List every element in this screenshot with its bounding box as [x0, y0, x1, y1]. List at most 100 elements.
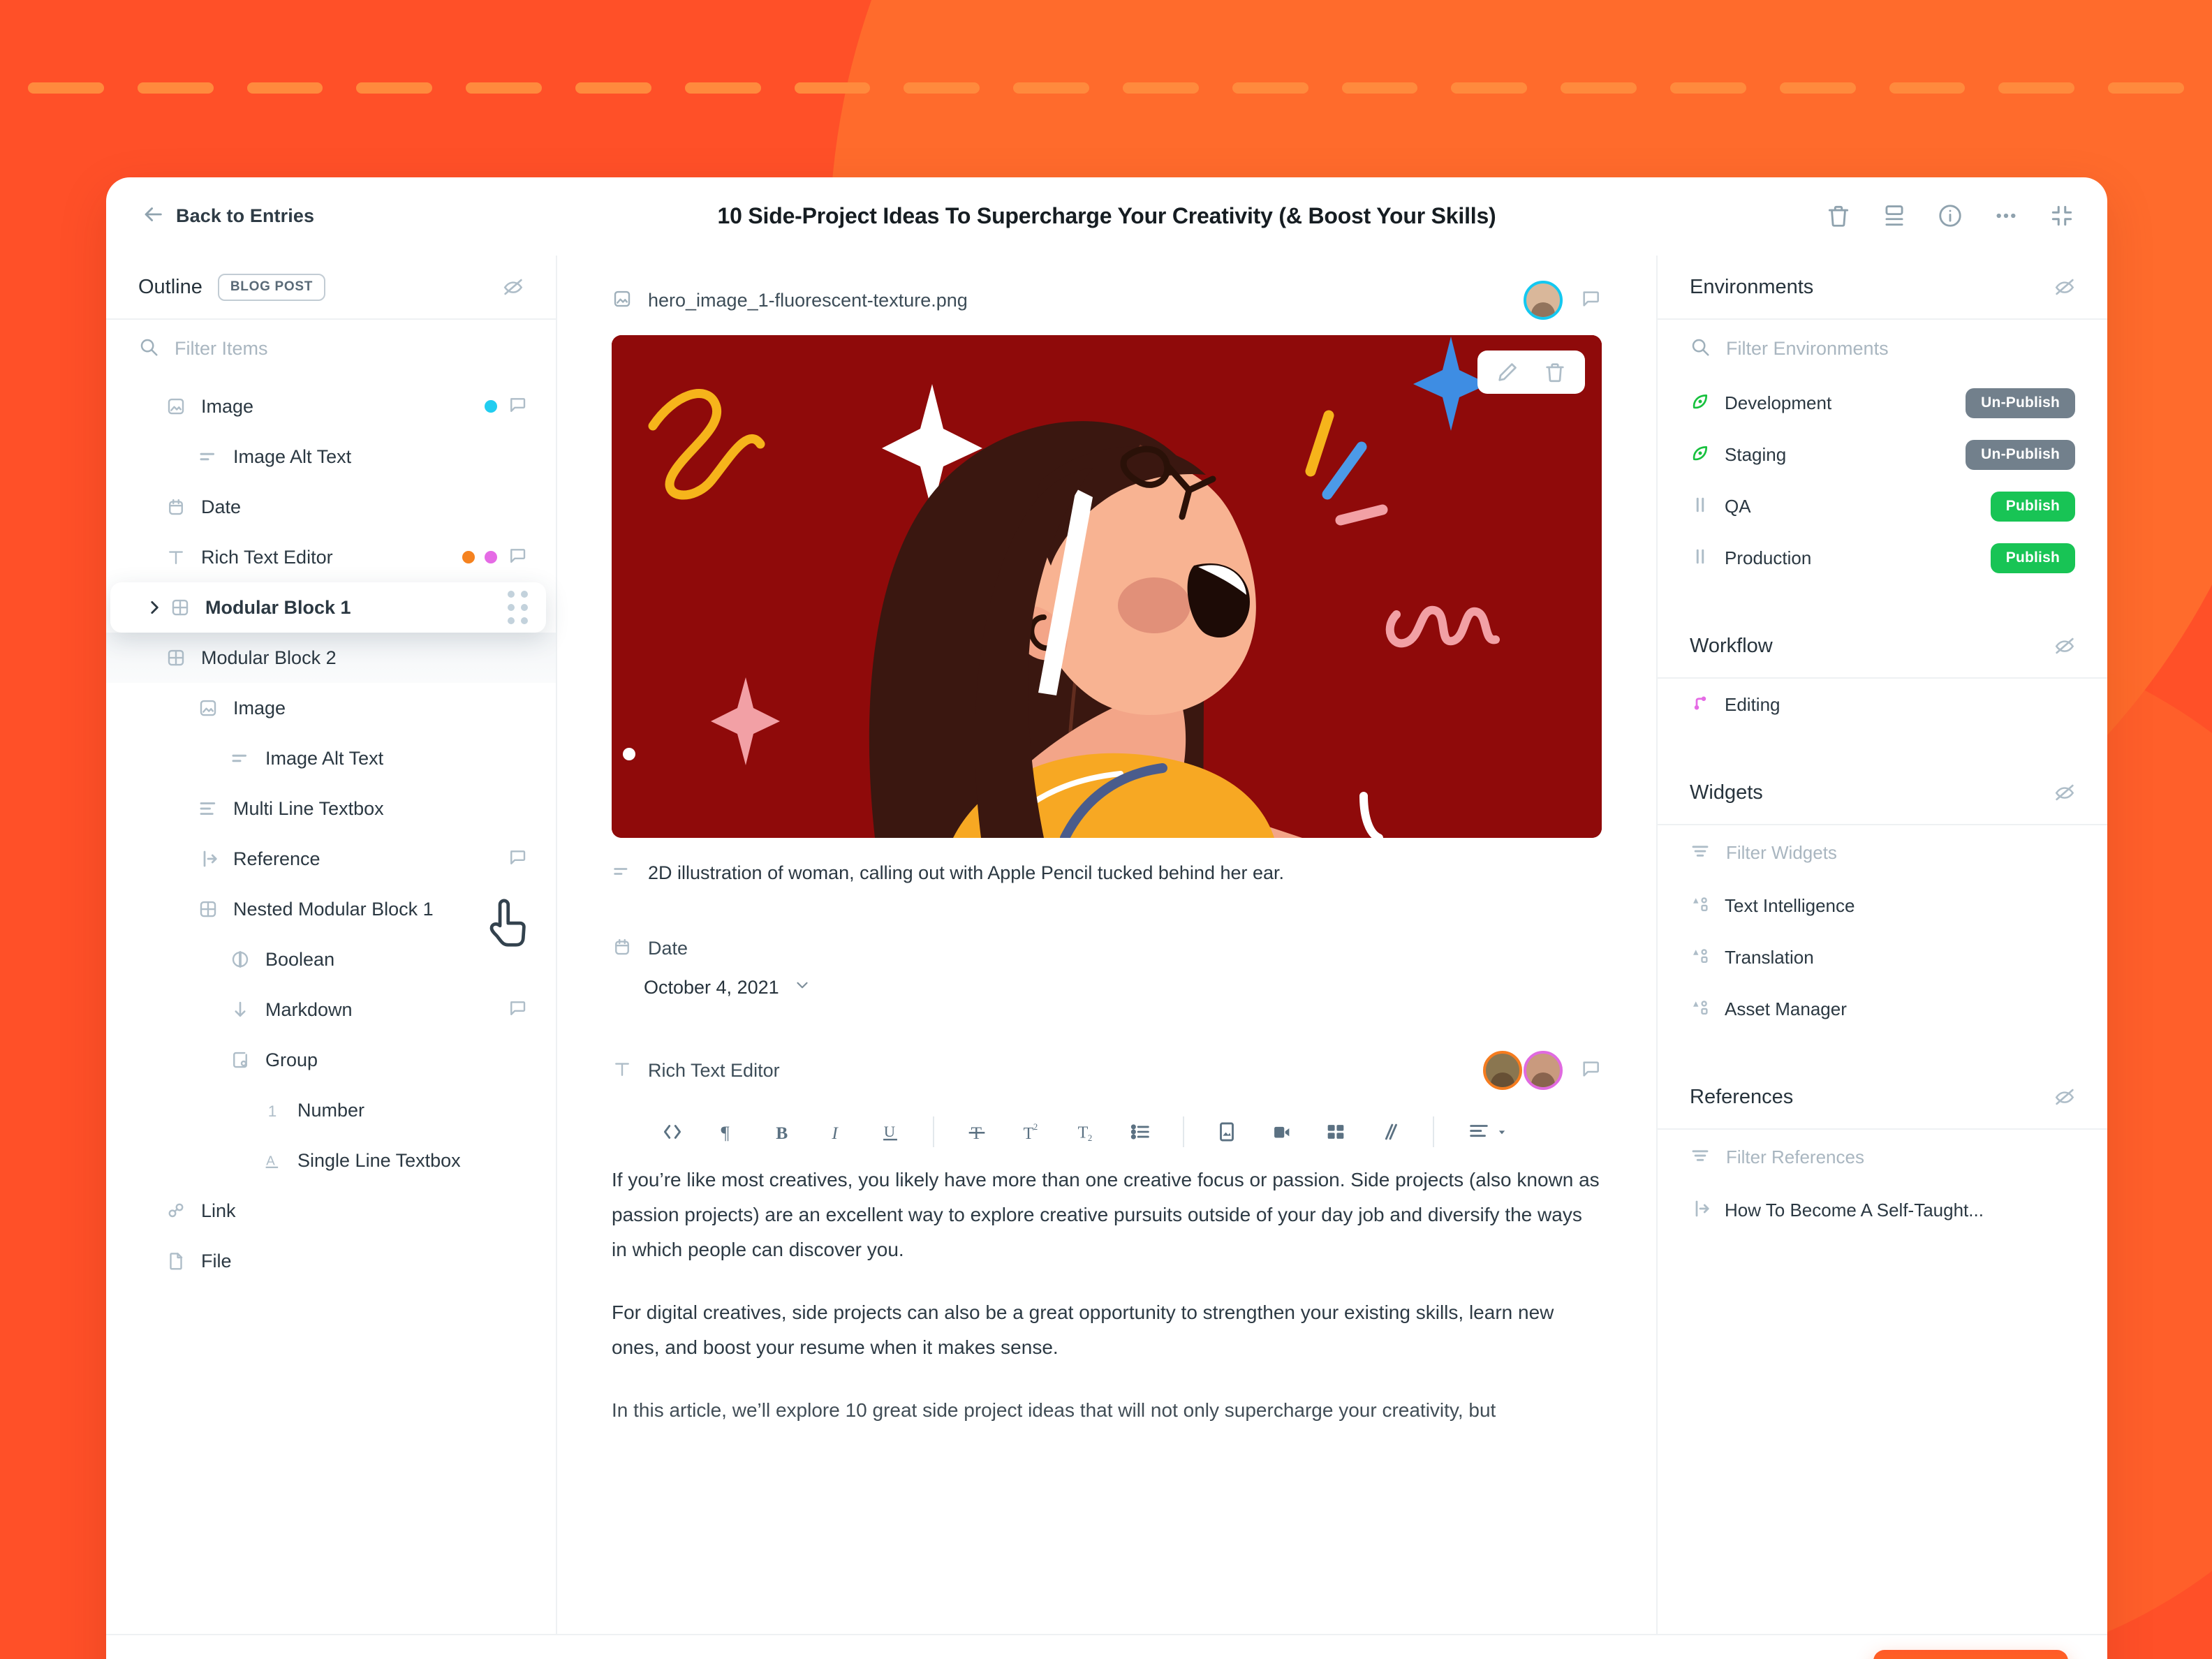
outline-item-image[interactable]: Image — [106, 683, 556, 733]
collaborator-avatar[interactable] — [1524, 1051, 1563, 1090]
paragraph-icon[interactable]: ¶ — [700, 1120, 754, 1144]
collapse-icon[interactable] — [2049, 202, 2075, 229]
outline-item-multi-line-textbox[interactable]: Multi Line Textbox — [106, 783, 556, 834]
svg-text:2: 2 — [1033, 1122, 1038, 1132]
alt-text-icon — [612, 862, 631, 885]
outline-filter[interactable]: Filter Items — [106, 320, 556, 377]
discard-button[interactable]: Discard — [1750, 1654, 1858, 1659]
environments-filter[interactable]: Filter Environments — [1658, 320, 2107, 377]
expand-caret-icon[interactable] — [142, 598, 166, 617]
environment-row-staging[interactable]: Staging Un-Publish — [1658, 429, 2107, 480]
outline-item-badges — [507, 998, 528, 1022]
outline-item-number[interactable]: 1 Number — [106, 1085, 556, 1135]
underline-icon[interactable]: U — [863, 1120, 917, 1144]
calendar-icon — [162, 496, 190, 517]
broken-link-icon[interactable] — [1363, 1120, 1417, 1144]
code-icon[interactable] — [645, 1120, 700, 1144]
svg-text:1: 1 — [268, 1103, 277, 1120]
outline-item-badges — [485, 395, 528, 419]
outline-item-image-alt-text[interactable]: Image Alt Text — [106, 733, 556, 783]
publish-button[interactable]: Publish — [1990, 491, 2075, 522]
rte-body[interactable]: If you’re like most creatives, you likel… — [612, 1163, 1602, 1428]
list-icon[interactable] — [1113, 1120, 1167, 1144]
table-icon[interactable] — [1308, 1120, 1363, 1144]
outline-item-date[interactable]: Date — [106, 482, 556, 532]
comment-icon[interactable] — [507, 847, 528, 871]
outline-item-rich-text-editor[interactable]: Rich Text Editor — [106, 532, 556, 582]
hide-widgets-icon[interactable] — [2053, 781, 2077, 804]
hide-outline-icon[interactable] — [501, 275, 525, 299]
pencil-icon[interactable] — [1496, 360, 1519, 384]
alt-text-icon — [194, 446, 222, 467]
group-icon — [226, 1049, 254, 1070]
date-field: Date October 4, 2021 — [612, 936, 1602, 999]
outline-item-modular-block-2[interactable]: Modular Block 2 — [106, 633, 556, 683]
grid-icon — [166, 597, 194, 618]
drag-handle[interactable] — [508, 591, 528, 624]
collaborator-avatar[interactable] — [1524, 281, 1563, 320]
outline-item-markdown[interactable]: Markdown — [106, 985, 556, 1035]
comment-icon[interactable] — [507, 545, 528, 570]
layout-icon[interactable] — [1881, 202, 1908, 229]
outline-item-reference[interactable]: Reference — [106, 834, 556, 884]
subscript-icon[interactable]: T2 — [1059, 1120, 1113, 1144]
bold-icon[interactable]: B — [754, 1120, 809, 1144]
environment-row-development[interactable]: Development Un-Publish — [1658, 377, 2107, 429]
hero-image[interactable] — [612, 335, 1602, 838]
save-changes-button[interactable]: Save Changes — [1873, 1650, 2068, 1659]
references-section: References Filter References How To Beco… — [1658, 1066, 2107, 1236]
trash-icon[interactable] — [1825, 202, 1852, 229]
markdown-icon — [226, 999, 254, 1020]
outline-item-modular-block-1[interactable]: Modular Block 1 — [110, 582, 546, 633]
outline-title: Outline — [138, 275, 202, 298]
reference-item[interactable]: How To Become A Self-Taught... — [1658, 1184, 2107, 1236]
widget-item-text-intelligence[interactable]: Text Intelligence — [1658, 880, 2107, 931]
outline-header: Outline BLOG POST — [106, 256, 556, 320]
outline-item-image-alt-text[interactable]: Image Alt Text — [106, 432, 556, 482]
publish-button[interactable]: Publish — [1990, 543, 2075, 573]
unpublish-button[interactable]: Un-Publish — [1966, 388, 2075, 418]
italic-icon[interactable]: I — [809, 1120, 863, 1144]
collaborator-avatar[interactable] — [1483, 1051, 1522, 1090]
rte-paragraph: In this article, we’ll explore 10 great … — [612, 1399, 1496, 1421]
back-to-entries-link[interactable]: Back to Entries — [141, 202, 314, 230]
strikethrough-icon[interactable]: T — [950, 1120, 1004, 1144]
hide-environments-icon[interactable] — [2053, 275, 2077, 299]
workflow-stage-editing[interactable]: Editing — [1658, 679, 2107, 730]
outline-item-link[interactable]: Link — [106, 1186, 556, 1236]
video-icon[interactable] — [1254, 1120, 1308, 1144]
outline-item-file[interactable]: File — [106, 1236, 556, 1286]
page-title: 10 Side-Project Ideas To Supercharge You… — [717, 202, 1496, 228]
hide-workflow-icon[interactable] — [2053, 634, 2077, 658]
widget-item-translation[interactable]: Translation — [1658, 931, 2107, 983]
environment-row-production[interactable]: Production Publish — [1658, 532, 2107, 584]
date-value-select[interactable]: October 4, 2021 — [644, 976, 1602, 999]
outline-item-single-line-textbox[interactable]: A Single Line Textbox — [106, 1135, 556, 1186]
comment-icon[interactable] — [507, 998, 528, 1022]
superscript-icon[interactable]: T2 — [1004, 1120, 1059, 1144]
align-icon[interactable] — [1450, 1120, 1526, 1144]
outline-panel: Outline BLOG POST Filter Items Image Imag… — [106, 256, 557, 1634]
outline-item-group[interactable]: Group — [106, 1035, 556, 1085]
ellipsis-icon[interactable] — [1993, 202, 2019, 229]
pointer-cursor-icon — [482, 895, 533, 957]
info-circle-icon[interactable] — [1937, 202, 1963, 229]
environment-row-qa[interactable]: QA Publish — [1658, 480, 2107, 532]
right-sidebar: Environments Filter Environments Develop… — [1656, 256, 2107, 1634]
image-icon[interactable] — [1200, 1120, 1254, 1144]
widget-label: Text Intelligence — [1725, 894, 1855, 916]
widget-item-asset-manager[interactable]: Asset Manager — [1658, 983, 2107, 1035]
widgets-filter[interactable]: Filter Widgets — [1658, 825, 2107, 880]
references-filter[interactable]: Filter References — [1658, 1130, 2107, 1184]
image-alt-text-row: 2D illustration of woman, calling out wi… — [612, 862, 1602, 885]
toolbar-divider — [1183, 1116, 1184, 1147]
hide-references-icon[interactable] — [2053, 1085, 2077, 1109]
unpublish-button[interactable]: Un-Publish — [1966, 439, 2075, 470]
comment-icon[interactable] — [1579, 1058, 1602, 1084]
comment-icon[interactable] — [1579, 288, 1602, 314]
comment-icon[interactable] — [507, 395, 528, 419]
outline-item-image[interactable]: Image — [106, 381, 556, 432]
bottom-bar: Version 7 English (US) Discard Save Chan… — [106, 1634, 2107, 1659]
outline-item-label: Image Alt Text — [265, 747, 384, 769]
trash-icon[interactable] — [1543, 360, 1567, 384]
